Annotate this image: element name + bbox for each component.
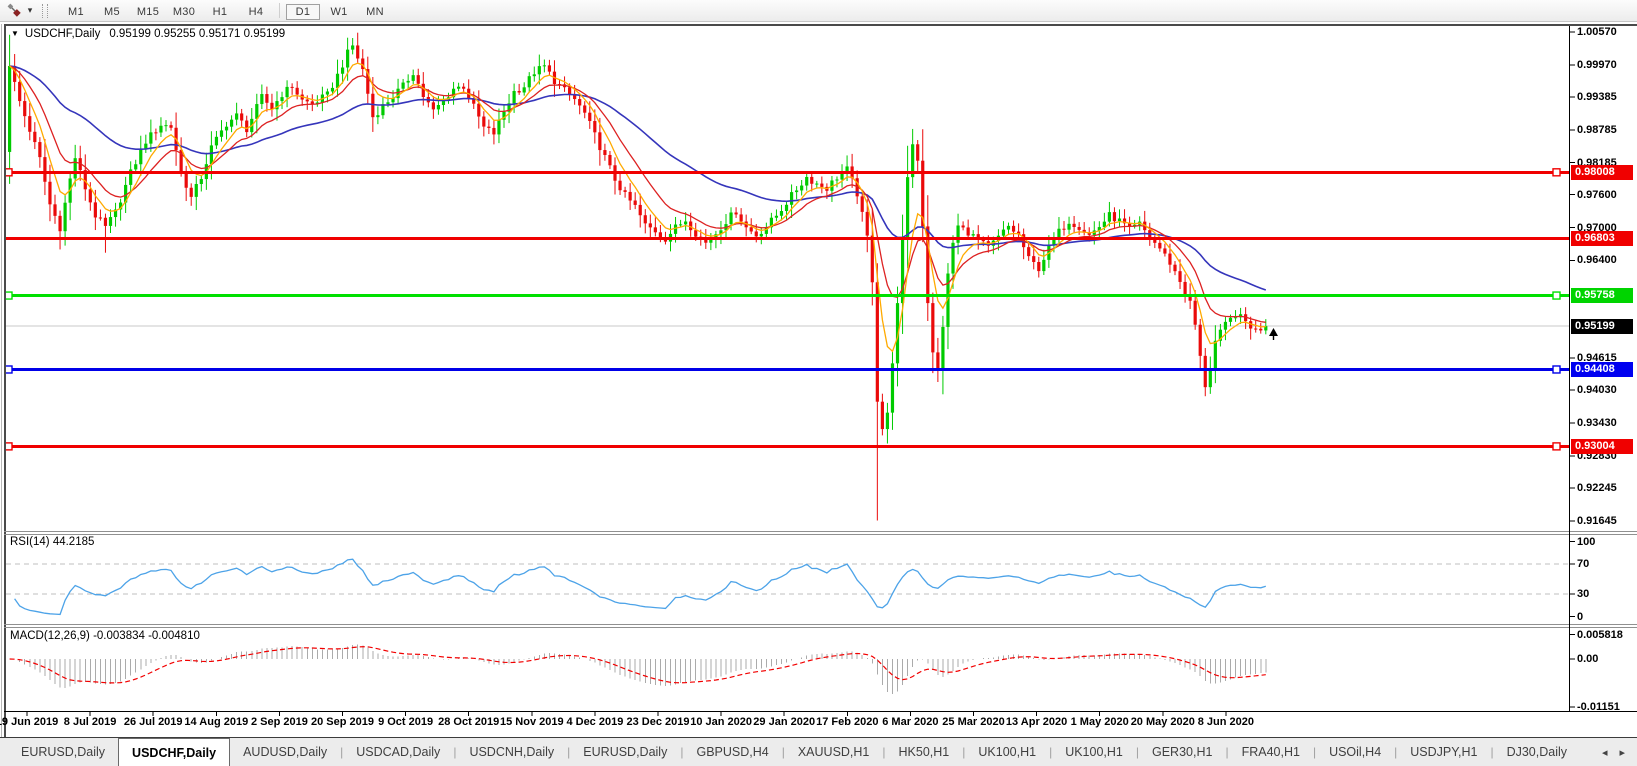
mid-ma-line[interactable]: [10, 66, 1266, 322]
date-axis-label: 28 Oct 2019: [438, 716, 499, 728]
date-axis-label: 23 Dec 2019: [627, 716, 690, 728]
price-tag-0.98008: 0.98008: [1571, 165, 1633, 180]
date-axis-label: 9 Oct 2019: [378, 716, 433, 728]
chart-tab-GER30-H1[interactable]: GER30,H1: [1139, 738, 1225, 766]
timeframe-toolbar: M1M5M15M30H1H4 D1W1MN: [58, 2, 393, 20]
timeframe-button-MN[interactable]: MN: [358, 4, 392, 20]
date-axis-label: 20 Sep 2019: [311, 716, 374, 728]
price-axis-label: 0.96400: [1577, 253, 1635, 267]
chart-tab-USDCNH-Daily[interactable]: USDCNH,Daily: [456, 738, 567, 766]
timeframe-button-W1[interactable]: W1: [322, 4, 356, 20]
chart-title-symbol: USDCHF,Daily: [25, 28, 100, 40]
macd-plot[interactable]: [10, 645, 1266, 694]
rsi-axis-label: 100: [1577, 535, 1635, 549]
chart-canvas: [0, 0, 1637, 766]
macd-axis-label: -0.01151: [1577, 700, 1635, 714]
tab-scroll-right-icon[interactable]: ▸: [1619, 746, 1625, 759]
tab-scroll-left-icon[interactable]: ◂: [1602, 746, 1608, 759]
date-axis-label: 29 Jan 2020: [753, 716, 815, 728]
price-axis-label: 0.99970: [1577, 58, 1635, 72]
price-tag-0.96803: 0.96803: [1571, 231, 1633, 246]
timeframe-button-H1[interactable]: H1: [203, 4, 237, 20]
slow-ma-line[interactable]: [10, 66, 1266, 290]
chart-tab-USDJPY-H1[interactable]: USDJPY,H1: [1397, 738, 1490, 766]
price-axis-label: 0.98785: [1577, 123, 1635, 137]
chart-tab-EURUSD-Daily[interactable]: EURUSD,Daily: [8, 738, 118, 766]
date-axis-label: 20 May 2020: [1131, 716, 1195, 728]
timeframe-button-M5[interactable]: M5: [95, 4, 129, 20]
price-axis-label: 0.92245: [1577, 481, 1635, 495]
date-axis-label: 14 Aug 2019: [184, 716, 248, 728]
chart-tab-FRA40-H1[interactable]: FRA40,H1: [1229, 738, 1313, 766]
price-axis-label: 0.94030: [1577, 383, 1635, 397]
rsi-indicator-label: RSI(14) 44.2185: [10, 536, 94, 548]
timeframe-button-M1[interactable]: M1: [59, 4, 93, 20]
timeframe-button-M15[interactable]: M15: [131, 4, 165, 20]
last-bar-marker[interactable]: [1269, 328, 1278, 340]
rsi-axis-label: 70: [1577, 557, 1635, 571]
fast-ma-line[interactable]: [10, 63, 1266, 351]
chart-tab-AUDUSD-Daily[interactable]: AUDUSD,Daily: [230, 738, 340, 766]
price-axis-label: 0.93430: [1577, 416, 1635, 430]
date-axis-label: 4 Dec 2019: [566, 716, 623, 728]
date-axis-label: 8 Jun 2020: [1198, 716, 1254, 728]
toolbar-separator-grip: [42, 4, 48, 18]
mt4-window: ▾ M1M5M15M30H1H4 D1W1MN ▼ USDCHF,Daily 0.95…: [0, 0, 1637, 766]
date-axis-label: 17 Feb 2020: [816, 716, 878, 728]
price-axis-label: 1.00570: [1577, 25, 1635, 39]
price-tag-0.94408: 0.94408: [1571, 362, 1633, 377]
date-axis-label: 15 Nov 2019: [500, 716, 564, 728]
timeframe-button-M30[interactable]: M30: [167, 4, 201, 20]
collapse-arrow-icon[interactable]: ▼: [11, 29, 19, 38]
price-tag-0.93004: 0.93004: [1571, 439, 1633, 454]
date-axis-label: 8 Jul 2019: [64, 716, 117, 728]
chart-tab-bar: EURUSD,DailyUSDCHF,DailyAUDUSD,Daily|USD…: [0, 737, 1637, 766]
chart-tab-HK50-H1[interactable]: HK50,H1: [886, 738, 963, 766]
price-axis-label: 0.91645: [1577, 514, 1635, 528]
chart-tab-DJ30-Daily[interactable]: DJ30,Daily: [1494, 738, 1580, 766]
chart-tab-EURUSD-Daily[interactable]: EURUSD,Daily: [570, 738, 680, 766]
chart-tab-USDCHF-Daily[interactable]: USDCHF,Daily: [118, 738, 230, 766]
date-axis-label: 19 Jun 2019: [0, 716, 58, 728]
chart-tab-UK100-H1[interactable]: UK100,H1: [965, 738, 1049, 766]
price-tag-0.95199: 0.95199: [1571, 319, 1633, 334]
chart-tab-GBPUSD-H4[interactable]: GBPUSD,H4: [683, 738, 781, 766]
timeframe-button-H4[interactable]: H4: [239, 4, 273, 20]
toolbar-dropdown-arrow-icon[interactable]: ▾: [24, 5, 36, 16]
date-axis-label: 10 Jan 2020: [690, 716, 752, 728]
chart-title: ▼ USDCHF,Daily 0.95199 0.95255 0.95171 0.9…: [11, 28, 285, 40]
price-tag-0.95758: 0.95758: [1571, 288, 1633, 303]
date-axis-label: 1 May 2020: [1071, 716, 1129, 728]
toolbar: ▾ M1M5M15M30H1H4 D1W1MN: [0, 0, 1637, 22]
tab-scroll-arrows: ◂▸: [1602, 738, 1637, 766]
chart-cursor-icon[interactable]: [4, 2, 24, 20]
date-axis-label: 26 Jul 2019: [124, 716, 183, 728]
rsi-plot[interactable]: [6, 559, 1570, 614]
date-axis-label: 13 Apr 2020: [1006, 716, 1067, 728]
price-axis-label: 0.99385: [1577, 90, 1635, 104]
timeframe-button-D1[interactable]: D1: [286, 4, 320, 20]
macd-indicator-label: MACD(12,26,9) -0.003834 -0.004810: [10, 630, 200, 642]
chart-tab-USOil-H4[interactable]: USOil,H4: [1316, 738, 1394, 766]
date-axis-label: 2 Sep 2019: [251, 716, 308, 728]
chart-tab-XAUUSD-H1[interactable]: XAUUSD,H1: [785, 738, 883, 766]
macd-axis-label: 0.00: [1577, 652, 1635, 666]
chart-title-ohlc: 0.95199 0.95255 0.95171 0.95199: [109, 28, 285, 40]
chart-tab-USDCAD-Daily[interactable]: USDCAD,Daily: [343, 738, 453, 766]
date-axis-label: 6 Mar 2020: [882, 716, 938, 728]
chart-tab-UK100-H1[interactable]: UK100,H1: [1052, 738, 1136, 766]
rsi-axis-label: 0: [1577, 610, 1635, 624]
date-axis-label: 25 Mar 2020: [942, 716, 1004, 728]
rsi-axis-label: 30: [1577, 587, 1635, 601]
price-axis-label: 0.97600: [1577, 188, 1635, 202]
toolbar-group-separator: [279, 3, 280, 18]
macd-axis-label: 0.005818: [1577, 628, 1635, 642]
